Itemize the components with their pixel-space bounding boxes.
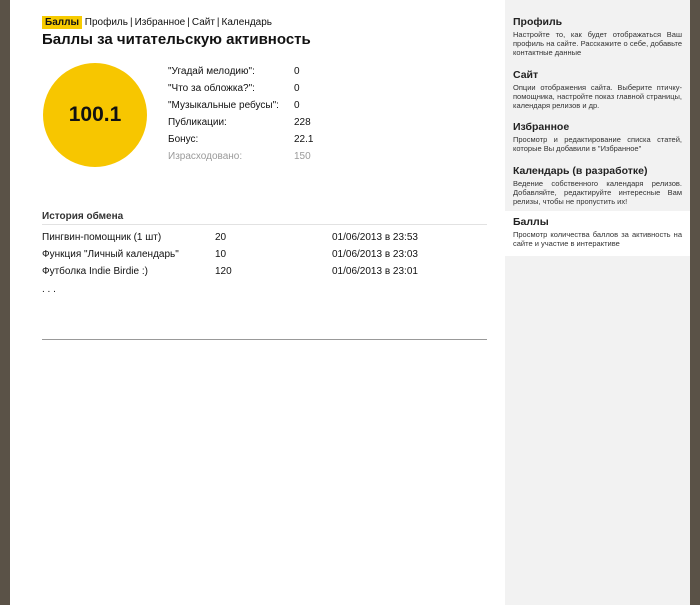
tab-points[interactable]: Баллы [42,16,82,29]
sidebar-item-desc: Ведение собственного календаря релизов. … [513,179,682,206]
separator: | [129,17,133,28]
history-item: Футболка Indie Birdie :) [42,266,148,277]
sidebar-item-desc: Опции отображения сайта. Выберите птичку… [513,83,682,110]
history-cost: 120 [215,266,232,277]
score-value: 100.1 [68,103,122,126]
history-more: . . . [42,284,56,295]
sidebar-item-site[interactable]: Сайт Опции отображения сайта. Выберите п… [505,69,690,110]
history-date: 01/06/2013 в 23:53 [332,232,418,243]
history-date: 01/06/2013 в 23:03 [332,249,418,260]
stat-label: Израсходовано: [168,151,243,162]
sidebar-item-title: Календарь (в разработке) [513,165,648,177]
history-cost: 10 [215,249,227,260]
page-title: Баллы за читательскую активность [42,31,311,48]
history-item: Функция "Личный календарь" [42,249,179,260]
stat-value: 22.1 [294,134,314,145]
divider [42,224,487,225]
stat-value: 0 [294,100,300,111]
sidebar-item-title: Баллы [513,216,549,228]
stat-value: 0 [294,83,300,94]
stat-label: Публикации: [168,117,227,128]
sidebar-item-calendar[interactable]: Календарь (в разработке) Ведение собстве… [505,165,690,206]
history-title: История обмена [42,211,124,222]
sidebar-item-title: Профиль [513,16,563,28]
stat-value: 228 [294,117,311,128]
sidebar-item-title: Избранное [513,121,570,133]
sidebar: Профиль Настройте то, как будет отобража… [505,0,690,605]
stat-label: Бонус: [168,134,199,145]
sidebar-item-desc: Просмотр и редактирование списка статей,… [513,135,682,153]
score-badge: 100.1 [43,63,147,167]
tab-favorites[interactable]: Избранное [135,17,186,28]
stat-label: "Угадай мелодию": [168,66,255,77]
sidebar-item-title: Сайт [513,69,539,81]
sidebar-item-favorites[interactable]: Избранное Просмотр и редактирование спис… [505,121,690,153]
stat-value: 0 [294,66,300,77]
history-date: 01/06/2013 в 23:01 [332,266,418,277]
sidebar-item-profile[interactable]: Профиль Настройте то, как будет отобража… [505,16,690,57]
tab-site[interactable]: Сайт [192,17,215,28]
sidebar-item-points[interactable]: Баллы Просмотр количества баллов за акти… [505,211,690,256]
sidebar-item-desc: Просмотр количества баллов за активность… [513,230,682,248]
separator: | [216,17,220,28]
separator: | [187,17,190,28]
divider [42,339,487,340]
history-cost: 20 [215,232,227,243]
breadcrumb: Баллы Профиль | Избранное | Сайт | Календарь [42,16,272,29]
stat-value: 150 [294,151,311,162]
sidebar-item-desc: Настройте то, как будет отображаться Ваш… [513,30,682,57]
stat-label: "Что за обложка?": [168,83,255,94]
tab-calendar[interactable]: Календарь [222,17,272,28]
stat-label: "Музыкальные ребусы": [168,100,279,111]
tab-profile[interactable]: Профиль [85,17,128,28]
history-item: Пингвин-помощник (1 шт) [42,232,162,243]
